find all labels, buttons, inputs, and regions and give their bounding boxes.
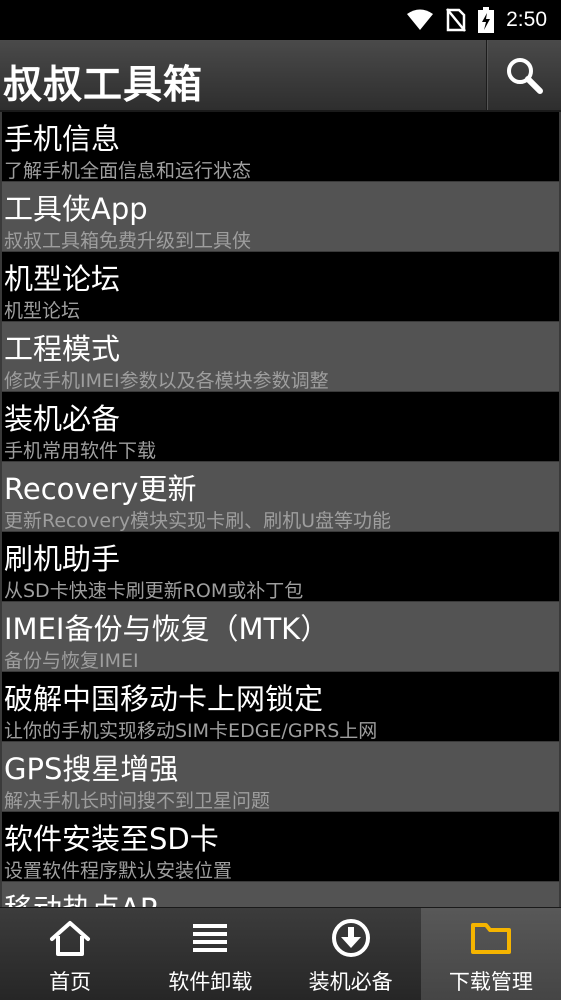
- item-description: 解决手机长时间搜不到卫星问题: [4, 790, 271, 812]
- item-description: 手机常用软件下载: [4, 440, 157, 462]
- item-title: Recovery更新: [4, 472, 197, 506]
- item-description: 从SD卡快速卡刷更新ROM或补丁包: [4, 580, 304, 602]
- item-description: 修改手机IMEI参数以及各模块参数调整: [4, 370, 329, 392]
- list-item-engineering-mode[interactable]: 工程模式 修改手机IMEI参数以及各模块参数调整: [2, 322, 559, 392]
- item-title: 移动热点AP: [4, 886, 157, 907]
- item-title: GPS搜星增强: [4, 752, 179, 786]
- nav-uninstall[interactable]: 软件卸载: [140, 908, 280, 1000]
- nav-download-manager[interactable]: 下载管理: [420, 908, 561, 1000]
- item-description: 更新Recovery模块实现卡刷、刷机U盘等功能: [4, 510, 392, 532]
- item-title: 手机信息: [4, 122, 121, 156]
- status-time: 2:50: [506, 8, 547, 31]
- item-description: 了解手机全面信息和运行状态: [4, 160, 252, 182]
- item-title: 软件安装至SD卡: [4, 822, 219, 856]
- download-circle-icon: [331, 918, 371, 958]
- list-item-mobile-hotspot[interactable]: 移动热点AP: [2, 882, 559, 907]
- item-description: 让你的手机实现移动SIM卡EDGE/GPRS上网: [4, 720, 378, 742]
- item-title: IMEI备份与恢复（MTK）: [4, 612, 330, 646]
- nav-home[interactable]: 首页: [0, 908, 140, 1000]
- no-sim-icon: [446, 8, 467, 32]
- nav-essential-apps[interactable]: 装机必备: [281, 908, 421, 1000]
- item-description: 设置软件程序默认安装位置: [4, 860, 233, 882]
- list-item-imei-backup[interactable]: IMEI备份与恢复（MTK） 备份与恢复IMEI: [2, 602, 559, 672]
- item-title: 破解中国移动卡上网锁定: [4, 682, 324, 716]
- item-title: 装机必备: [4, 402, 121, 436]
- status-bar: 2:50: [0, 0, 561, 40]
- item-title: 工程模式: [4, 332, 121, 366]
- app-bar: 叔叔工具箱: [0, 40, 561, 112]
- bottom-nav: 首页 软件卸载 装机必备 下载管理: [0, 907, 561, 1000]
- list-item-install-to-sd[interactable]: 软件安装至SD卡 设置软件程序默认安装位置: [2, 812, 559, 882]
- list-item-flash-assistant[interactable]: 刷机助手 从SD卡快速卡刷更新ROM或补丁包: [2, 532, 559, 602]
- list-item-tool-app[interactable]: 工具侠App 叔叔工具箱免费升级到工具侠: [2, 182, 559, 252]
- nav-label: 首页: [49, 970, 92, 994]
- list-item-model-forum[interactable]: 机型论坛 机型论坛: [2, 252, 559, 322]
- menu-lines-icon: [193, 918, 228, 958]
- wifi-icon: [406, 9, 434, 31]
- nav-label: 装机必备: [308, 970, 393, 994]
- list-item-recovery-update[interactable]: Recovery更新 更新Recovery模块实现卡刷、刷机U盘等功能: [2, 462, 559, 532]
- nav-label: 下载管理: [448, 970, 533, 994]
- item-description: 叔叔工具箱免费升级到工具侠: [4, 230, 252, 252]
- tools-list: 手机信息 了解手机全面信息和运行状态 工具侠App 叔叔工具箱免费升级到工具侠 …: [0, 112, 561, 907]
- folder-icon: [470, 918, 511, 958]
- battery-charging-icon: [478, 7, 495, 33]
- list-item-essential-apps[interactable]: 装机必备 手机常用软件下载: [2, 392, 559, 462]
- item-title: 工具侠App: [4, 192, 148, 226]
- item-title: 刷机助手: [4, 542, 121, 576]
- list-item-phone-info[interactable]: 手机信息 了解手机全面信息和运行状态: [2, 112, 559, 182]
- item-description: 备份与恢复IMEI: [4, 650, 139, 672]
- page-title: 叔叔工具箱: [3, 63, 204, 108]
- list-item-gps-boost[interactable]: GPS搜星增强 解决手机长时间搜不到卫星问题: [2, 742, 559, 812]
- search-icon: [507, 58, 543, 94]
- item-description: 机型论坛: [4, 300, 81, 322]
- home-icon: [49, 918, 91, 958]
- search-button[interactable]: [486, 40, 561, 110]
- list-item-unlock-mobile-network[interactable]: 破解中国移动卡上网锁定 让你的手机实现移动SIM卡EDGE/GPRS上网: [2, 672, 559, 742]
- nav-label: 软件卸载: [168, 970, 253, 994]
- item-title: 机型论坛: [4, 262, 121, 296]
